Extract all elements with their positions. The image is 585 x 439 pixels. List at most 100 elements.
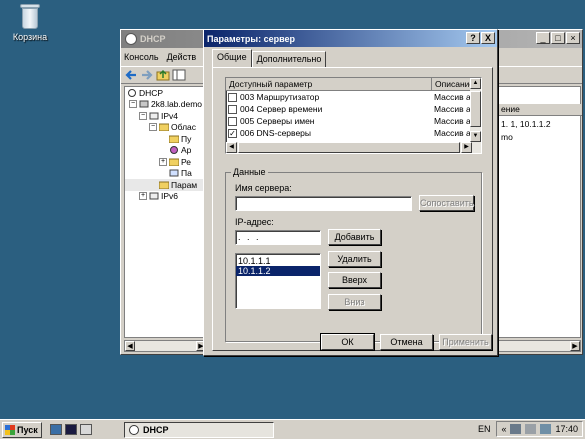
tree-item[interactable]: + IPv6 [125, 191, 206, 203]
network-icon[interactable] [510, 424, 522, 434]
tree-item[interactable]: − 2k8.lab.demo [125, 99, 206, 111]
tree-item-label: IPv4 [161, 110, 179, 121]
close-button[interactable]: × [566, 32, 580, 44]
expand-toggle[interactable]: + [139, 192, 147, 201]
tree-item[interactable]: Парам [125, 179, 206, 191]
minimize-button[interactable]: _ [536, 32, 550, 44]
back-arrow-icon[interactable] [124, 68, 138, 82]
option-label: 005 Серверы имен [240, 116, 315, 126]
scroll-right-icon[interactable]: ▶ [461, 142, 472, 153]
resolve-button[interactable]: Сопоставить [419, 195, 474, 211]
taskbar-button-dhcp[interactable]: DHCP [124, 421, 274, 438]
scrollbar-thumb[interactable] [470, 91, 481, 127]
ip-address-list[interactable]: 10.1.1.1 10.1.1.2 [235, 253, 321, 309]
available-options-list[interactable]: Доступный параметр Описание 003 Маршрути… [225, 77, 482, 154]
explorer-icon[interactable] [80, 424, 92, 435]
collapse-toggle[interactable]: − [139, 111, 147, 120]
taskbar: Пуск DHCP EN « 17:40 [0, 419, 585, 439]
maximize-button[interactable]: □ [551, 32, 565, 44]
menu-console[interactable]: Консоль [124, 52, 159, 62]
forward-arrow-icon[interactable] [140, 68, 154, 82]
column-header-option[interactable]: Доступный параметр [226, 78, 432, 90]
tree-item[interactable]: − Облас [125, 122, 206, 134]
tree-item[interactable]: Па [125, 168, 206, 180]
tree-scrollbar[interactable]: ◀ ▶ [124, 340, 207, 352]
option-description: Массив а [434, 92, 471, 102]
scroll-left-icon[interactable]: ◀ [125, 341, 135, 351]
tree-item[interactable]: + Ре [125, 156, 206, 168]
server-icon [139, 100, 149, 108]
scroll-right-icon[interactable]: ▶ [570, 341, 580, 351]
tree-item[interactable]: − IPv4 [125, 110, 206, 122]
tree-item-label: Па [181, 168, 192, 179]
list-item[interactable]: 003 Маршрутизатор Массив а [226, 91, 481, 103]
tree-item[interactable]: Пу [125, 133, 206, 145]
dialog-close-button[interactable]: X [481, 32, 495, 44]
start-button[interactable]: Пуск [2, 421, 42, 438]
option-label: 003 Маршрутизатор [240, 92, 320, 102]
clock[interactable]: 17:40 [555, 424, 578, 434]
quick-launch [50, 424, 92, 435]
list-item-selected[interactable]: 10.1.1.2 [236, 266, 320, 276]
list-item[interactable]: 10.1.1.1 [236, 256, 320, 266]
details-column-header[interactable]: ение [499, 104, 582, 116]
list-item[interactable]: ✓ 006 DNS-серверы Массив а [226, 127, 481, 139]
ipv6-icon [149, 192, 159, 200]
language-indicator[interactable]: EN [478, 424, 491, 434]
volume-icon[interactable] [525, 424, 537, 434]
option-description: Массив а [434, 116, 471, 126]
dialog-titlebar[interactable]: Параметры: сервер ? X [204, 30, 497, 47]
expand-toggle[interactable]: + [159, 157, 167, 166]
help-button[interactable]: ? [466, 32, 480, 44]
ip-address-input[interactable]: . . . [235, 230, 321, 245]
list-item[interactable]: 004 Сервер времени Массив а [226, 103, 481, 115]
move-down-button[interactable]: Вниз [328, 294, 381, 310]
dialog-title: Параметры: сервер [207, 33, 296, 44]
scroll-down-icon[interactable]: ▼ [470, 131, 481, 142]
scroll-left-icon[interactable]: ◀ [226, 142, 237, 153]
folder-icon [168, 158, 180, 167]
server-options-icon [158, 181, 170, 190]
tree-item-label: 2k8.lab.demo [151, 99, 203, 110]
apply-button[interactable]: Применить [439, 334, 492, 350]
show-hidden-icons[interactable]: « [501, 424, 506, 434]
tree-item[interactable]: Ар [125, 145, 206, 157]
option-description: Массив а [434, 128, 471, 138]
system-tray: EN « 17:40 [478, 421, 583, 437]
cancel-button[interactable]: Отмена [380, 334, 433, 350]
recycle-bin-label: Корзина [12, 32, 48, 42]
details-cell: mo [501, 132, 513, 142]
options-vertical-scrollbar[interactable]: ▲ ▼ [470, 78, 481, 142]
recycle-bin[interactable]: Корзина [8, 2, 52, 42]
remove-button[interactable]: Удалить [328, 251, 381, 267]
ok-button[interactable]: ОК [320, 333, 375, 351]
server-name-input[interactable] [235, 196, 412, 211]
scroll-up-icon[interactable]: ▲ [470, 78, 481, 89]
scrollbar-thumb[interactable] [238, 142, 460, 153]
option-checkbox[interactable] [228, 104, 237, 114]
option-checkbox[interactable] [228, 116, 237, 126]
tree-item-label: Ар [181, 145, 192, 156]
options-horizontal-scrollbar[interactable]: ◀ ▶ [226, 142, 481, 153]
collapse-toggle[interactable]: − [149, 123, 157, 132]
menu-action[interactable]: Действ [167, 52, 197, 62]
monitor-icon[interactable] [540, 424, 552, 434]
collapse-toggle[interactable]: − [129, 100, 137, 109]
add-button[interactable]: Добавить [328, 229, 381, 245]
folder-icon [168, 135, 180, 144]
powershell-icon[interactable] [65, 424, 77, 435]
windows-logo-icon [5, 424, 15, 435]
column-header-description[interactable]: Описание [432, 78, 474, 90]
move-up-button[interactable]: Вверх [328, 272, 381, 288]
option-checkbox-checked[interactable]: ✓ [228, 128, 237, 138]
list-item[interactable]: 005 Серверы имен Массив а [226, 115, 481, 127]
show-hide-tree-icon[interactable] [172, 68, 186, 82]
task-label: DHCP [143, 424, 169, 435]
up-folder-icon[interactable] [156, 68, 170, 82]
option-description: Массив а [434, 104, 471, 114]
tab-general[interactable]: Общие [212, 49, 252, 67]
option-checkbox[interactable] [228, 92, 237, 102]
server-manager-icon[interactable] [50, 424, 62, 435]
tree-item[interactable]: DHCP [125, 87, 206, 99]
tab-advanced[interactable]: Дополнительно [251, 51, 327, 67]
